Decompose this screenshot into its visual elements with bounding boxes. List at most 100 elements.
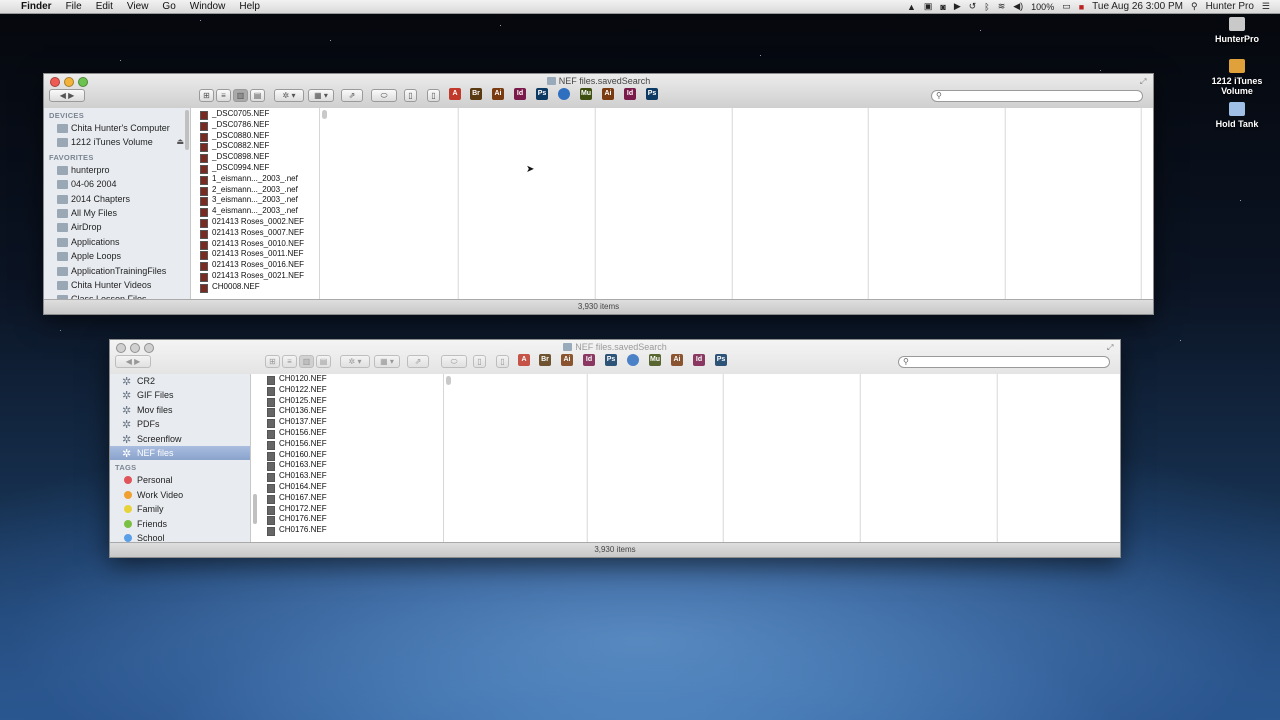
mu-app-icon[interactable]: Mu — [580, 88, 592, 100]
share-button[interactable]: ⇗ — [407, 355, 429, 368]
sidebar-item-hunterpro[interactable]: hunterpro — [44, 163, 190, 177]
file-row[interactable]: CH0160.NEF — [261, 450, 443, 461]
bluetooth-icon[interactable]: ᛒ — [984, 2, 989, 12]
coverflow-view-button[interactable]: ▤ — [250, 89, 265, 102]
column-divider[interactable] — [867, 108, 869, 300]
file-row[interactable]: _DSC0705.NEF — [194, 109, 319, 120]
sidebar-tag-personal[interactable]: Personal — [110, 473, 250, 487]
column-divider[interactable] — [859, 374, 861, 543]
icon-view-button[interactable]: ⊞ — [265, 355, 280, 368]
arrange-button[interactable]: ▦ ▾ — [374, 355, 400, 368]
quicktime-app-icon[interactable] — [558, 88, 570, 100]
file-row[interactable]: CH0125.NEF — [261, 396, 443, 407]
open-file-button[interactable]: ▯ — [427, 89, 440, 102]
sidebar-item-all-my-files[interactable]: All My Files — [44, 206, 190, 220]
file-row[interactable]: _DSC0882.NEF — [194, 141, 319, 153]
fullscreen-icon[interactable]: ⤢ — [1140, 77, 1148, 86]
time-machine-icon[interactable]: ↺ — [969, 1, 977, 12]
file-row[interactable]: CH0163.NEF — [261, 460, 443, 472]
new-file-button[interactable]: ▯ — [404, 89, 417, 102]
open-file-button[interactable]: ▯ — [496, 355, 509, 368]
id-app-icon[interactable]: Id — [624, 88, 636, 100]
icon-view-button[interactable]: ⊞ — [199, 89, 214, 102]
sidebar-item-04-06-2004[interactable]: 04-06 2004 — [44, 177, 190, 191]
arrange-button[interactable]: ▦ ▾ — [308, 89, 334, 102]
column-scrollbar[interactable] — [322, 110, 327, 119]
window-titlebar[interactable]: NEF files.savedSearch ⤢ ◀ ▶ ⊞ ≡ ▥ ▤ ✲ ▾ … — [44, 74, 1153, 109]
ai-app-icon[interactable]: Ai — [561, 354, 573, 366]
back-forward-button[interactable]: ◀ ▶ — [49, 89, 85, 102]
search-field[interactable]: ⚲ — [931, 90, 1143, 102]
sidebar-item-applications[interactable]: Applications — [44, 235, 190, 249]
file-row[interactable]: 2_eismann..._2003_.nef — [194, 185, 319, 196]
desktop-icon-hunterpro[interactable]: HunterPro — [1197, 17, 1277, 44]
file-row[interactable]: CH0156.NEF — [261, 439, 443, 450]
sidebar-item-applicationtrainingfiles[interactable]: ApplicationTrainingFiles — [44, 264, 190, 278]
file-row[interactable]: CH0137.NEF — [261, 417, 443, 429]
sidebar-item-nef-files[interactable]: ✲ NEF files — [110, 445, 250, 461]
ps-app-icon[interactable]: Ps — [536, 88, 548, 100]
new-file-button[interactable]: ▯ — [473, 355, 486, 368]
file-row[interactable]: CH0120.NEF — [261, 374, 443, 385]
sidebar-item-airdrop[interactable]: AirDrop — [44, 220, 190, 234]
wifi-icon[interactable]: ≋ — [998, 1, 1006, 12]
id-app-icon[interactable]: Id — [514, 88, 526, 100]
menu-view[interactable]: View — [120, 1, 156, 12]
sidebar-item-pdfs[interactable]: ✲ PDFs — [110, 417, 250, 431]
menu-edit[interactable]: Edit — [89, 1, 120, 12]
column-divider[interactable] — [1004, 108, 1006, 300]
desktop-icon-itunes-volume[interactable]: 1212 iTunes Volume — [1197, 59, 1277, 96]
column-divider[interactable] — [586, 374, 588, 543]
ai-app-icon[interactable]: Ai — [492, 88, 504, 100]
column-view-button[interactable]: ▥ — [233, 89, 248, 102]
sidebar-scrollbar[interactable] — [185, 110, 189, 150]
menu-window[interactable]: Window — [183, 1, 233, 12]
sidebar-item-2014-chapters[interactable]: 2014 Chapters — [44, 192, 190, 206]
file-row[interactable]: CH0176.NEF — [261, 514, 443, 526]
sidebar-item-screenflow[interactable]: ✲ Screenflow — [110, 432, 250, 446]
user-name[interactable]: Hunter Pro — [1206, 1, 1254, 12]
file-row[interactable]: 021413 Roses_0011.NEF — [194, 249, 319, 261]
file-row[interactable]: CH0176.NEF — [261, 525, 443, 537]
camera-icon[interactable]: ◙ — [940, 2, 945, 12]
br-app-icon[interactable]: Br — [539, 354, 551, 366]
battery-percent[interactable]: 100% — [1031, 2, 1054, 12]
file-row[interactable]: 021413 Roses_0016.NEF — [194, 260, 319, 272]
notification-center-icon[interactable]: ☰ — [1262, 1, 1270, 12]
sidebar-tag-work-video[interactable]: Work Video — [110, 488, 250, 502]
menu-go[interactable]: Go — [155, 1, 182, 12]
acrobat-icon[interactable]: A — [449, 88, 461, 100]
id-app-icon[interactable]: Id — [693, 354, 705, 366]
file-row[interactable]: CH0172.NEF — [261, 504, 443, 515]
sidebar-tag-family[interactable]: Family — [110, 502, 250, 516]
file-row[interactable]: 021413 Roses_0002.NEF — [194, 217, 319, 228]
quicktime-app-icon[interactable] — [627, 354, 639, 366]
file-row[interactable]: 4_eismann..._2003_.nef — [194, 206, 319, 218]
file-row[interactable]: 021413 Roses_0007.NEF — [194, 228, 319, 239]
column-divider[interactable] — [457, 108, 459, 300]
sidebar-item-apple-loops[interactable]: Apple Loops — [44, 249, 190, 263]
battery-icon[interactable]: ▭ — [1062, 1, 1071, 12]
eject-icon[interactable]: ⏏ — [176, 135, 184, 149]
upload-icon[interactable]: ▲ — [907, 2, 916, 12]
sidebar-item-mov-files[interactable]: ✲ Mov files — [110, 403, 250, 417]
acrobat-icon[interactable]: A — [518, 354, 530, 366]
file-row[interactable]: 3_eismann..._2003_.nef — [194, 195, 319, 207]
column-view-button[interactable]: ▥ — [299, 355, 314, 368]
sidebar-item-computer[interactable]: Chita Hunter's Computer — [44, 121, 190, 135]
file-row[interactable]: CH0163.NEF — [261, 471, 443, 483]
id-app-icon[interactable]: Id — [583, 354, 595, 366]
column-divider[interactable] — [1140, 108, 1142, 300]
column-divider[interactable] — [731, 108, 733, 300]
br-app-icon[interactable]: Br — [470, 88, 482, 100]
list-view-button[interactable]: ≡ — [216, 89, 231, 102]
file-row[interactable]: CH0122.NEF — [261, 385, 443, 396]
volume-icon[interactable]: ◀) — [1013, 1, 1023, 12]
share-button[interactable]: ⇗ — [341, 89, 363, 102]
file-row[interactable]: CH0156.NEF — [261, 428, 443, 439]
list-view-button[interactable]: ≡ — [282, 355, 297, 368]
action-menu-button[interactable]: ✲ ▾ — [340, 355, 370, 368]
flag-icon[interactable]: ■ — [1079, 2, 1084, 12]
column-divider[interactable] — [722, 374, 724, 543]
sidebar-item-cr2[interactable]: ✲ CR2 — [110, 374, 250, 388]
